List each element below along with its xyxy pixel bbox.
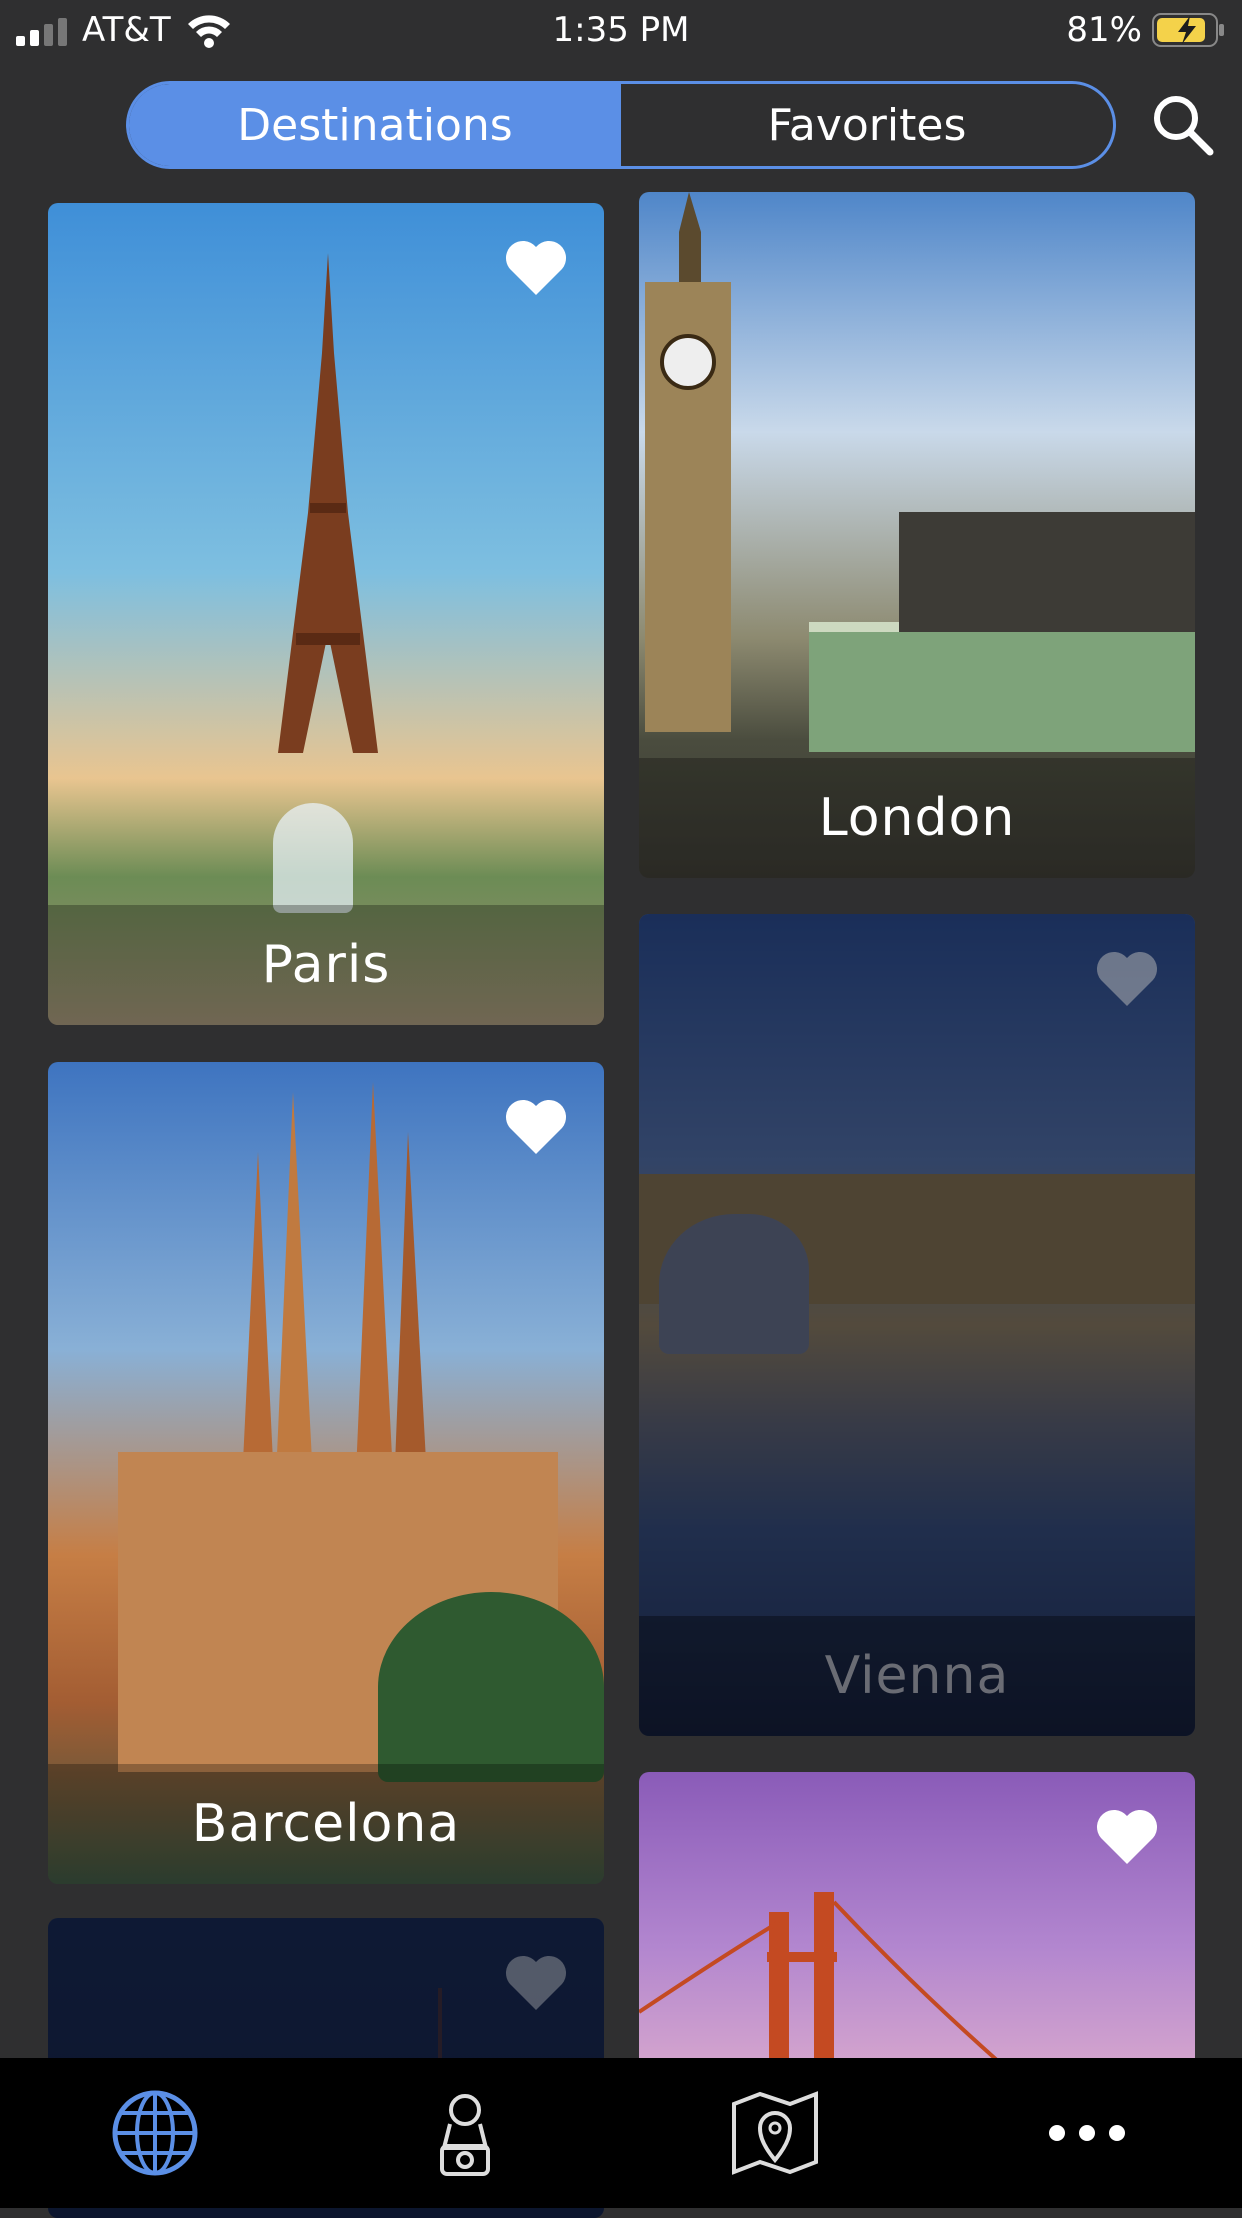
battery-charging-icon xyxy=(1152,13,1224,47)
search-icon[interactable] xyxy=(1150,92,1214,156)
traveler-icon[interactable] xyxy=(420,2088,510,2178)
more-icon[interactable] xyxy=(1042,2088,1132,2178)
heart-icon[interactable] xyxy=(504,239,568,297)
destination-name: Paris xyxy=(261,935,391,995)
card-label-bar: London xyxy=(639,758,1195,878)
heart-icon[interactable] xyxy=(1095,950,1159,1008)
card-label-bar: Paris xyxy=(48,905,604,1025)
fountain-image xyxy=(273,803,353,913)
destination-card-barcelona[interactable]: Barcelona xyxy=(48,1062,604,1884)
destination-card-london[interactable]: London xyxy=(639,192,1195,878)
status-bar: AT&T 1:35 PM 81% xyxy=(0,0,1242,60)
destination-name: London xyxy=(818,788,1016,848)
parliament-building-image xyxy=(899,512,1195,632)
big-ben-image xyxy=(645,192,731,732)
heart-icon[interactable] xyxy=(504,1954,568,2012)
bottom-tab-bar xyxy=(0,2058,1242,2208)
destination-name: Vienna xyxy=(824,1646,1010,1706)
card-label-bar: Vienna xyxy=(639,1616,1195,1736)
bridge-image xyxy=(809,622,1195,752)
trees-image xyxy=(378,1592,604,1782)
card-label-bar: Barcelona xyxy=(48,1764,604,1884)
battery-percent: 81% xyxy=(1066,10,1142,50)
clock: 1:35 PM xyxy=(552,10,690,50)
destination-card-vienna[interactable]: Vienna xyxy=(639,914,1195,1736)
eiffel-tower-image xyxy=(278,253,378,753)
heart-icon[interactable] xyxy=(504,1098,568,1156)
tab-favorites[interactable]: Favorites xyxy=(621,84,1113,166)
globe-icon[interactable] xyxy=(110,2088,200,2178)
destination-name: Barcelona xyxy=(191,1794,461,1854)
map-pin-icon[interactable] xyxy=(730,2088,820,2178)
tab-destinations[interactable]: Destinations xyxy=(129,84,621,166)
dim-overlay xyxy=(639,914,1195,1736)
destination-card-paris[interactable]: Paris xyxy=(48,203,604,1025)
destinations-favorites-toggle[interactable]: Destinations Favorites xyxy=(126,81,1116,169)
heart-icon[interactable] xyxy=(1095,1808,1159,1866)
